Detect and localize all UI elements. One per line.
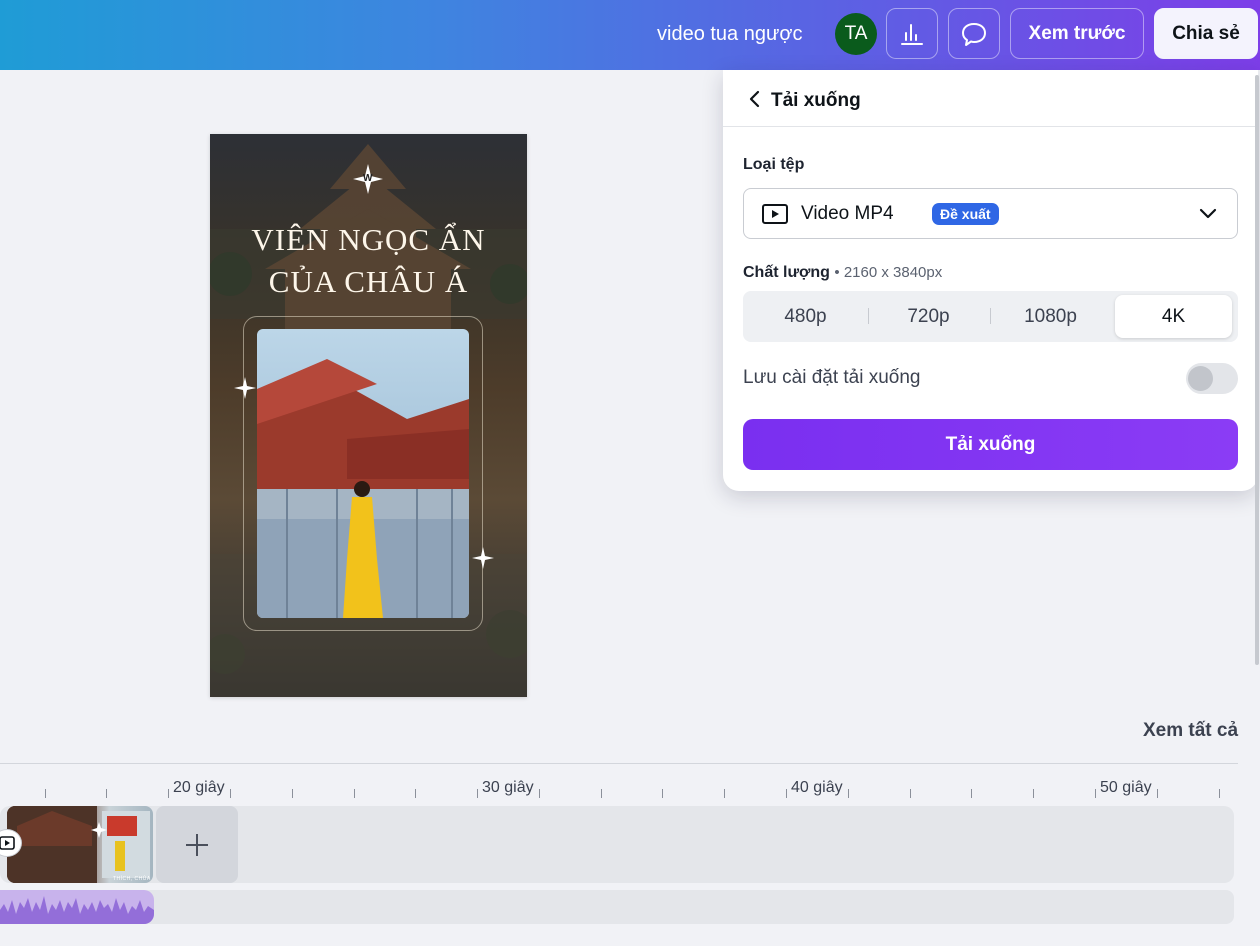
ruler-tick xyxy=(1095,789,1096,798)
logo-star: W xyxy=(353,164,383,194)
chevron-down-icon xyxy=(1199,208,1217,219)
plus-icon xyxy=(186,833,208,856)
timeline-divider xyxy=(0,763,1238,764)
panel-scrollbar[interactable] xyxy=(1255,75,1259,665)
recommended-badge: Đề xuất xyxy=(932,203,999,225)
segment-divider xyxy=(868,308,869,324)
back-button[interactable] xyxy=(745,88,765,110)
ruler-tick xyxy=(910,789,911,798)
panel-title: Tải xuống xyxy=(771,90,861,111)
save-settings-label: Lưu cài đặt tải xuống xyxy=(743,367,921,388)
sparkle-right-icon xyxy=(472,547,494,569)
quality-resolution: • 2160 x 3840px xyxy=(834,264,943,281)
ruler-tick xyxy=(724,789,725,798)
quality-option-720p[interactable]: 720p xyxy=(870,295,987,338)
logo-letter: W xyxy=(363,173,373,184)
ruler-tick xyxy=(971,789,972,798)
bar-chart-icon xyxy=(901,23,923,45)
quality-option-1080p[interactable]: 1080p xyxy=(992,295,1109,338)
video-icon xyxy=(0,836,15,850)
page-title-line-2: CỦA CHÂU Á xyxy=(268,264,469,299)
file-type-value: Video MP4 xyxy=(801,203,894,224)
ruler-tick xyxy=(786,789,787,798)
design-page[interactable]: W VIÊN NGỌC ẨN CỦA CHÂU Á xyxy=(210,134,527,697)
user-avatar[interactable]: TA xyxy=(835,13,877,55)
file-type-dropdown[interactable]: Video MP4 Đề xuất xyxy=(743,188,1238,239)
ruler-tick xyxy=(168,789,169,798)
sparkle-left-icon xyxy=(234,377,256,399)
ruler-tick xyxy=(45,789,46,798)
chevron-left-icon xyxy=(749,90,760,108)
file-type-label: Loại tệp xyxy=(743,156,805,173)
share-button[interactable]: Chia sẻ xyxy=(1154,8,1258,59)
comments-button[interactable] xyxy=(948,8,1000,59)
ruler-tick xyxy=(230,789,231,798)
save-settings-toggle[interactable] xyxy=(1186,363,1238,394)
ruler-tick xyxy=(477,789,478,798)
quality-selector: 480p 720p 1080p 4K xyxy=(743,291,1238,342)
comment-icon xyxy=(962,22,986,46)
page-title-line-1: VIÊN NGỌC ẨN xyxy=(251,222,486,257)
video-file-icon xyxy=(762,204,788,224)
ruler-tick xyxy=(848,789,849,798)
audio-track[interactable] xyxy=(0,890,1234,924)
ruler-label-40s: 40 giây xyxy=(791,779,843,796)
toggle-knob xyxy=(1188,366,1213,391)
panel-header: Tải xuống xyxy=(723,70,1258,127)
ruler-label-30s: 30 giây xyxy=(482,779,534,796)
quality-option-4k[interactable]: 4K xyxy=(1115,295,1232,338)
ruler-tick xyxy=(106,789,107,798)
preview-button[interactable]: Xem trước xyxy=(1010,8,1144,59)
ruler-tick xyxy=(1033,789,1034,798)
video-clip[interactable]: THÍCH, CHÙA xyxy=(7,806,153,883)
download-button[interactable]: Tải xuống xyxy=(743,419,1238,470)
waveform-icon xyxy=(0,896,154,924)
add-clip-button[interactable] xyxy=(156,806,238,883)
quality-label-text: Chất lượng xyxy=(743,264,830,281)
see-all-button[interactable]: Xem tất cả xyxy=(1143,720,1238,742)
ruler-tick xyxy=(1157,789,1158,798)
ruler-label-20s: 20 giây xyxy=(173,779,225,796)
top-bar: video tua ngược TA Xem trước Chia sẻ xyxy=(0,0,1260,70)
segment-divider xyxy=(990,308,991,324)
quality-option-480p[interactable]: 480p xyxy=(747,295,864,338)
document-title[interactable]: video tua ngược xyxy=(657,23,802,46)
ruler-tick xyxy=(1219,789,1220,798)
temple-photo-illustration xyxy=(257,359,469,618)
photo-woman-temple xyxy=(257,329,469,618)
ruler-tick xyxy=(354,789,355,798)
audio-clip[interactable] xyxy=(0,890,154,924)
quality-label: Chất lượng • 2160 x 3840px xyxy=(743,264,942,282)
insights-button[interactable] xyxy=(886,8,938,59)
ruler-label-50s: 50 giây xyxy=(1100,779,1152,796)
ruler-tick xyxy=(539,789,540,798)
ruler-tick xyxy=(415,789,416,798)
clip-caption: THÍCH, CHÙA xyxy=(113,876,151,882)
ruler-tick xyxy=(292,789,293,798)
ruler-tick xyxy=(601,789,602,798)
clip-thumbnail xyxy=(7,806,150,883)
download-panel: Tải xuống Loại tệp Video MP4 Đề xuất Chấ… xyxy=(723,70,1258,491)
ruler-tick xyxy=(662,789,663,798)
